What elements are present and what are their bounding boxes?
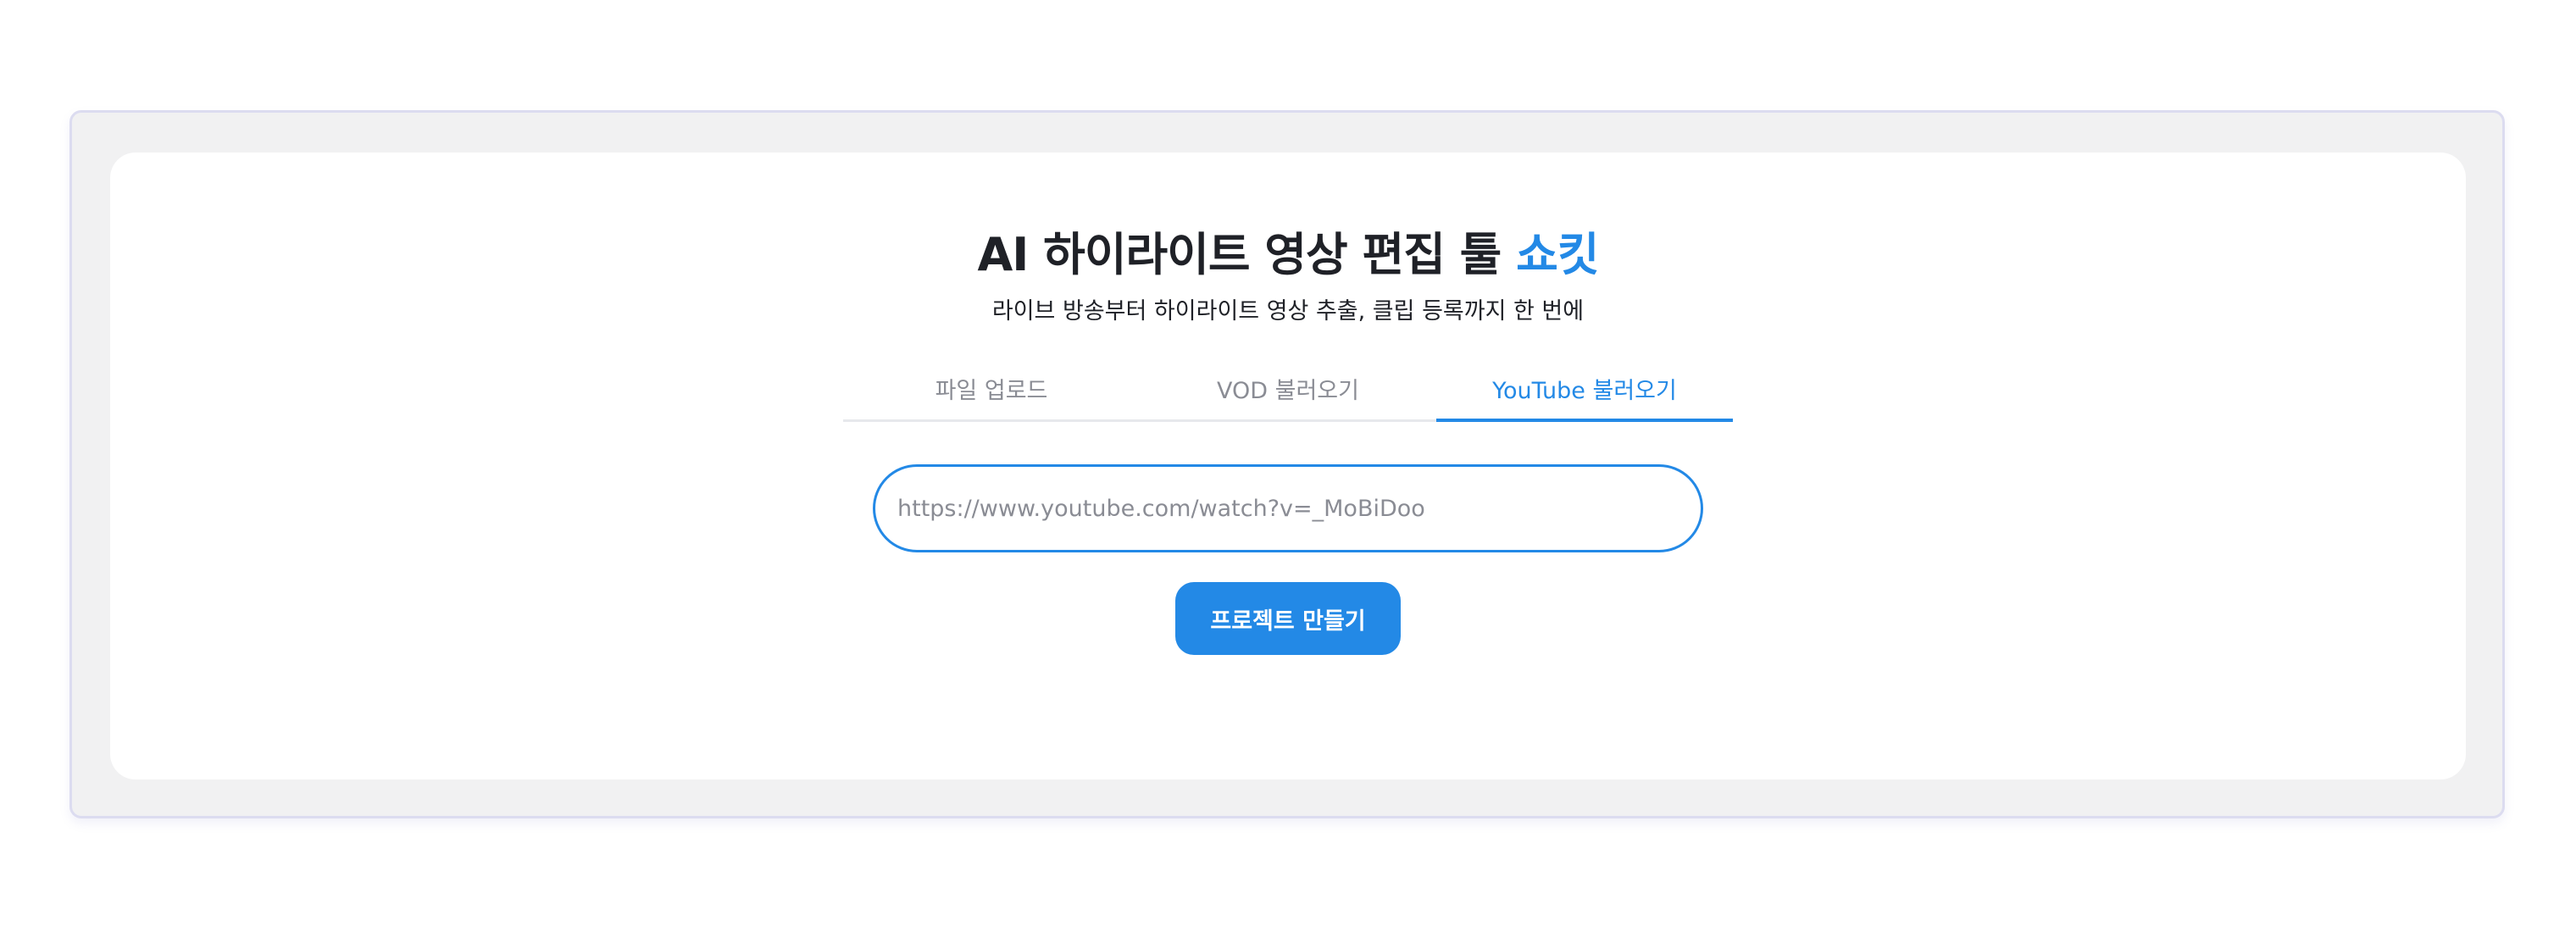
title-accent-text: 쇼킷 (1516, 228, 1599, 281)
create-project-button[interactable]: 프로젝트 만들기 (1175, 582, 1401, 655)
tab-youtube-import[interactable]: YouTube 불러오기 (1436, 369, 1733, 422)
page-subtitle: 라이브 방송부터 하이라이트 영상 추출, 클립 등록까지 한 번에 (991, 298, 1585, 325)
title-main-text: AI 하이라이트 영상 편집 툴 (977, 228, 1517, 281)
tab-file-upload[interactable]: 파일 업로드 (843, 369, 1140, 419)
source-tabs: 파일 업로드 VOD 불러오기 YouTube 불러오기 (843, 369, 1733, 422)
tab-vod-import[interactable]: VOD 불러오기 (1140, 369, 1436, 419)
page-title: AI 하이라이트 영상 편집 툴 쇼킷 (0, 225, 2576, 285)
youtube-url-input[interactable] (873, 464, 1703, 552)
